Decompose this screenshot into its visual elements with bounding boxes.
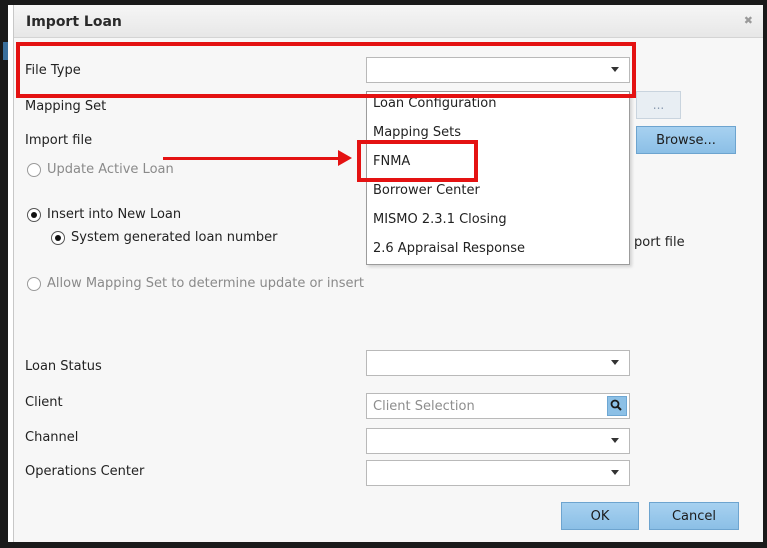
client-input[interactable]: [367, 394, 593, 418]
chevron-down-icon: [611, 470, 619, 475]
frame-accent: [3, 42, 8, 60]
operations-center-select[interactable]: [366, 460, 630, 486]
channel-select[interactable]: [366, 428, 630, 454]
dropdown-item-mismo-closing[interactable]: MISMO 2.3.1 Closing: [373, 212, 507, 227]
client-search-button[interactable]: [607, 396, 627, 416]
chevron-down-icon: [611, 438, 619, 443]
allow-mapping-label: Allow Mapping Set to determine update or…: [47, 276, 364, 291]
file-type-highlight-box: [16, 42, 636, 98]
dialog-titlebar: Import Loan ✖: [14, 5, 763, 38]
close-icon[interactable]: ✖: [744, 14, 753, 27]
operations-center-label: Operations Center: [25, 464, 145, 479]
system-generated-radio[interactable]: [51, 231, 65, 245]
dropdown-item-mapping-sets[interactable]: Mapping Sets: [373, 125, 461, 140]
fnma-highlight-box: [357, 140, 478, 182]
update-active-loan-label: Update Active Loan: [47, 162, 174, 177]
update-active-loan-radio[interactable]: [27, 163, 41, 177]
ok-button[interactable]: OK: [561, 502, 639, 530]
cancel-button[interactable]: Cancel: [649, 502, 739, 530]
import-file-option-label: port file: [634, 235, 685, 250]
insert-new-loan-radio[interactable]: [27, 208, 41, 222]
search-icon: [610, 399, 622, 411]
chevron-down-icon: [611, 360, 619, 365]
dropdown-item-appraisal-response[interactable]: 2.6 Appraisal Response: [373, 241, 525, 256]
system-generated-label: System generated loan number: [71, 230, 278, 245]
mapping-set-label: Mapping Set: [25, 99, 107, 114]
dialog-title: Import Loan: [26, 14, 122, 30]
allow-mapping-radio[interactable]: [27, 277, 41, 291]
dropdown-item-borrower-center[interactable]: Borrower Center: [373, 183, 480, 198]
mapping-set-button[interactable]: ...: [636, 91, 681, 119]
annotation-arrow-head: [338, 150, 352, 166]
browse-button[interactable]: Browse...: [636, 126, 736, 154]
import-file-label: Import file: [25, 133, 93, 148]
window-frame-left: [0, 0, 8, 548]
window-frame-bottom: [0, 542, 767, 548]
radio-selected-dot: [31, 212, 37, 218]
loan-status-select[interactable]: [366, 350, 630, 376]
annotation-arrow-line: [163, 157, 341, 160]
client-field[interactable]: [366, 393, 630, 419]
insert-new-loan-label: Insert into New Loan: [47, 207, 182, 222]
loan-status-label: Loan Status: [25, 359, 102, 374]
radio-selected-dot: [55, 235, 61, 241]
dropdown-item-loan-configuration[interactable]: Loan Configuration: [373, 96, 496, 111]
channel-label: Channel: [25, 430, 79, 445]
client-label: Client: [25, 395, 63, 410]
